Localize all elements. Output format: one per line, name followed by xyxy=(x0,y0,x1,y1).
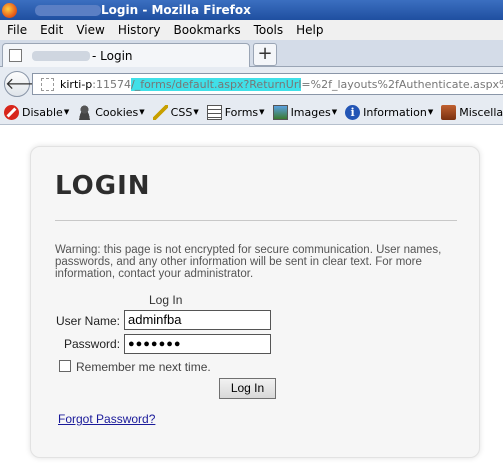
url-query: =%2f_layouts%2fAuthenticate.aspx%3fSour xyxy=(301,77,503,91)
security-warning-text: Warning: this page is not encrypted for … xyxy=(55,244,442,280)
devtool-disable[interactable]: Disable ▼ xyxy=(4,104,70,120)
navigation-bar: 🡐 kirti-p :11574 /_forms/default.aspx?Re… xyxy=(0,67,503,100)
menu-view[interactable]: View xyxy=(76,23,104,37)
password-field[interactable]: ●●●●●●● xyxy=(124,334,271,354)
information-icon: i xyxy=(345,104,361,120)
devtool-cookies[interactable]: Cookies ▼ xyxy=(77,104,145,120)
devtool-label: Cookies xyxy=(95,105,139,119)
devtool-information[interactable]: i Information ▼ xyxy=(345,104,434,120)
web-developer-toolbar: Disable ▼ Cookies ▼ CSS ▼ Forms ▼ Images… xyxy=(0,100,503,125)
url-bar[interactable]: kirti-p :11574 /_forms/default.aspx?Retu… xyxy=(32,73,503,95)
url-port: :11574 xyxy=(92,77,131,91)
window-titlebar: Login - Mozilla Firefox xyxy=(0,0,503,20)
dropdown-caret-icon: ▼ xyxy=(427,108,434,116)
menu-bookmarks[interactable]: Bookmarks xyxy=(174,23,241,37)
forms-icon xyxy=(206,104,222,120)
username-field[interactable]: adminfba xyxy=(124,310,271,330)
remember-me-label[interactable]: Remember me next time. xyxy=(76,360,211,374)
dropdown-caret-icon: ▼ xyxy=(63,108,70,116)
page-icon xyxy=(9,49,22,62)
username-label: User Name: xyxy=(56,314,121,328)
cookies-icon xyxy=(77,104,93,120)
firefox-logo-icon xyxy=(2,2,17,18)
menu-edit[interactable]: Edit xyxy=(40,23,63,37)
forgot-password-link[interactable]: Forgot Password? xyxy=(58,412,155,426)
redacted-tab-title xyxy=(32,50,90,61)
dropdown-caret-icon: ▼ xyxy=(331,108,338,116)
miscellaneous-icon xyxy=(441,104,457,120)
new-tab-button[interactable]: + xyxy=(253,43,277,66)
url-host: kirti-p xyxy=(60,77,93,91)
window-title: Login - Mozilla Firefox xyxy=(101,3,251,17)
dropdown-caret-icon: ▼ xyxy=(193,108,199,116)
devtool-miscellaneous[interactable]: Miscellaneous xyxy=(441,104,503,120)
dropdown-caret-icon: ▼ xyxy=(139,108,145,116)
tab-login[interactable]: - Login xyxy=(2,43,250,67)
redacted-title-block xyxy=(35,4,101,16)
menu-file[interactable]: File xyxy=(7,23,27,37)
devtool-label: CSS xyxy=(170,105,193,119)
devtool-forms[interactable]: Forms ▼ xyxy=(206,104,265,120)
devtool-label: Disable xyxy=(22,105,63,119)
menu-history[interactable]: History xyxy=(118,23,161,37)
devtool-label: Information xyxy=(363,105,427,119)
tab-strip: - Login + xyxy=(0,40,503,67)
login-form-heading: Log In xyxy=(149,293,183,307)
devtool-label: Forms xyxy=(224,105,259,119)
tab-label: - Login xyxy=(92,48,133,63)
dropdown-caret-icon: ▼ xyxy=(259,108,265,116)
menu-tools[interactable]: Tools xyxy=(254,23,284,37)
menu-bar: File Edit View History Bookmarks Tools H… xyxy=(0,20,503,40)
menu-help[interactable]: Help xyxy=(296,23,323,37)
back-button[interactable]: 🡐 xyxy=(4,71,48,97)
remember-me-checkbox[interactable] xyxy=(59,360,71,372)
devtool-label: Miscellaneous xyxy=(459,105,503,119)
site-identity-icon[interactable] xyxy=(41,77,54,91)
images-icon xyxy=(272,104,288,120)
devtool-css[interactable]: CSS ▼ xyxy=(152,104,199,120)
password-label: Password: xyxy=(64,337,121,351)
devtool-images[interactable]: Images ▼ xyxy=(272,104,338,120)
login-panel: LOGIN Warning: this page is not encrypte… xyxy=(30,146,480,458)
url-highlighted-path: /_forms/default.aspx?ReturnUrl xyxy=(130,77,302,91)
page-title: LOGIN xyxy=(55,171,151,201)
login-button[interactable]: Log In xyxy=(219,378,276,399)
page-content: LOGIN Warning: this page is not encrypte… xyxy=(0,126,503,463)
css-icon xyxy=(152,104,168,120)
devtool-label: Images xyxy=(290,105,331,119)
disable-icon xyxy=(4,104,19,120)
divider xyxy=(55,220,457,221)
